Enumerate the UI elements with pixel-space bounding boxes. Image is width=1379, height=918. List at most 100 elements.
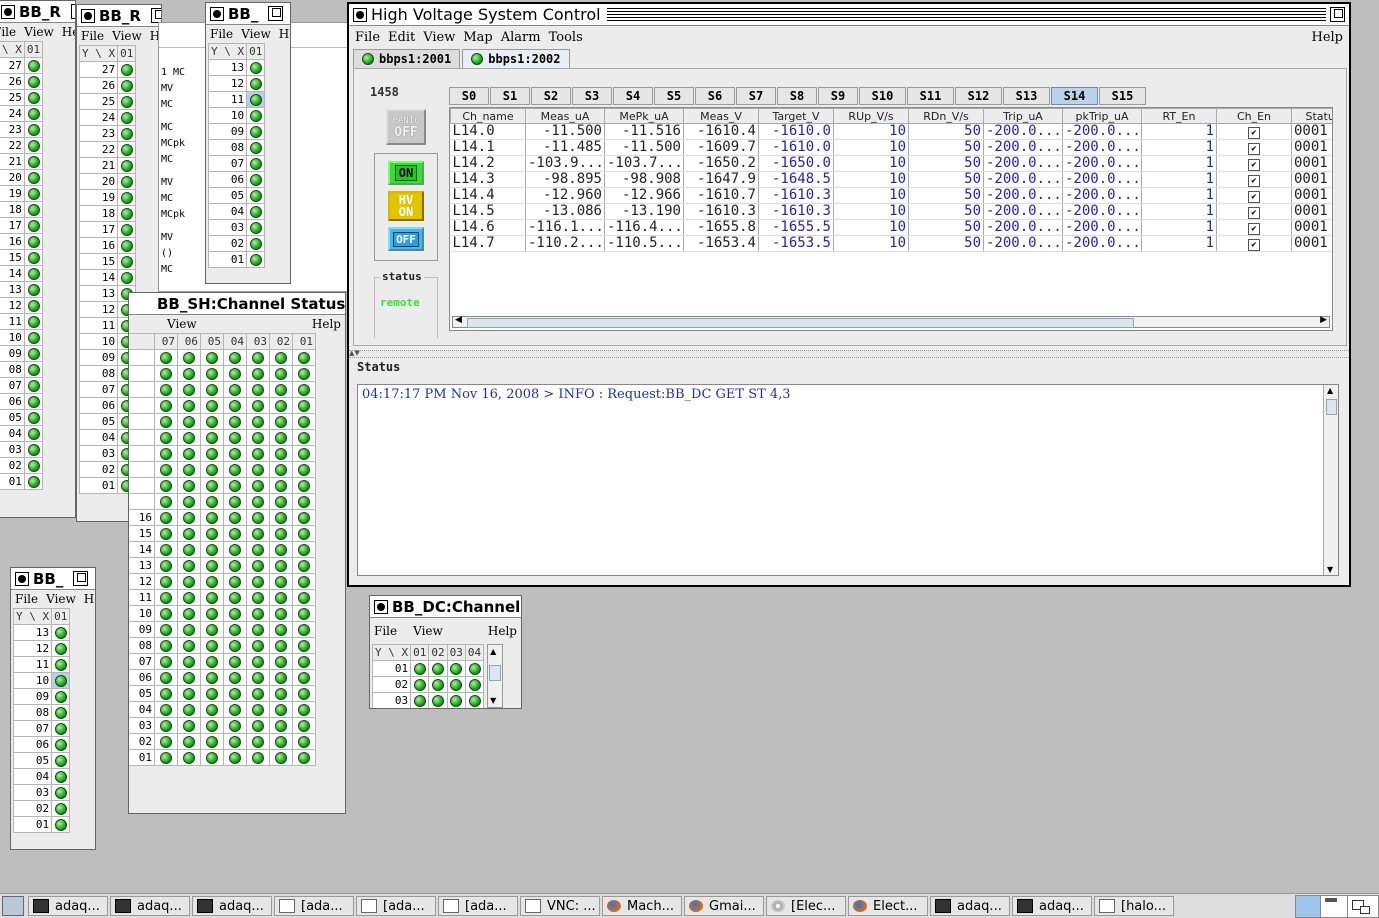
table-row[interactable]: L14.0 -11.500 -11.516 -1610.4 -1610.0 10 50 -20… xyxy=(450,123,1332,140)
tab-slot-s5[interactable]: S5 xyxy=(654,87,694,105)
scrollbar-thumb[interactable] xyxy=(1326,399,1337,415)
channel-cell[interactable] xyxy=(23,105,44,122)
channel-cell[interactable] xyxy=(200,557,224,574)
channel-cell[interactable] xyxy=(246,59,266,76)
channel-cell[interactable] xyxy=(246,589,270,606)
table-cell[interactable]: 1 xyxy=(1141,139,1217,156)
table-cell[interactable]: -200.0... xyxy=(1062,155,1142,172)
channel-cell[interactable] xyxy=(200,733,224,750)
menu-file[interactable]: File xyxy=(206,27,237,41)
maximize-icon[interactable] xyxy=(73,571,89,586)
channel-cell[interactable] xyxy=(23,153,44,170)
channel-cell[interactable] xyxy=(223,573,247,590)
channel-cell[interactable] xyxy=(200,429,224,446)
menu-file[interactable]: File xyxy=(11,592,42,606)
table-cell[interactable]: 1 xyxy=(1141,123,1217,140)
channel-cell[interactable] xyxy=(292,397,316,414)
ch-en-cell[interactable]: ✔ xyxy=(1216,139,1292,156)
menu-help[interactable]: Help xyxy=(80,592,95,606)
table-cell[interactable]: -200.0... xyxy=(1062,139,1142,156)
channel-cell[interactable] xyxy=(246,155,266,172)
channel-cell[interactable] xyxy=(446,692,466,708)
channel-cell[interactable] xyxy=(200,461,224,478)
channel-cell[interactable] xyxy=(200,509,224,526)
channel-cell[interactable] xyxy=(292,653,316,670)
tab-slot-s15[interactable]: S15 xyxy=(1099,87,1146,105)
channel-cell[interactable] xyxy=(23,281,44,298)
channel-cell[interactable] xyxy=(246,91,266,108)
channel-cell[interactable] xyxy=(51,816,71,833)
start-icon[interactable] xyxy=(2,896,24,916)
menu-map[interactable]: Map xyxy=(459,30,496,45)
menu-help[interactable]: Help xyxy=(275,27,290,41)
channel-cell[interactable] xyxy=(23,73,44,90)
table-cell[interactable]: -200.0... xyxy=(983,187,1063,204)
channel-cell[interactable] xyxy=(51,768,71,785)
channel-cell[interactable] xyxy=(51,720,71,737)
table-cell[interactable]: -200.0... xyxy=(1062,187,1142,204)
table-cell[interactable]: -1610.3 xyxy=(758,187,834,204)
channel-cell[interactable] xyxy=(177,493,201,510)
channel-cell[interactable] xyxy=(246,397,270,414)
tab-slot-s6[interactable]: S6 xyxy=(695,87,735,105)
channel-cell[interactable] xyxy=(269,365,293,382)
channel-cell[interactable] xyxy=(200,701,224,718)
ch-en-cell[interactable]: ✔ xyxy=(1216,171,1292,188)
channel-cell[interactable] xyxy=(23,121,44,138)
menu-help[interactable]: Help xyxy=(484,624,521,638)
channel-cell[interactable] xyxy=(223,605,247,622)
channel-cell[interactable] xyxy=(428,692,448,708)
channel-cell[interactable] xyxy=(246,187,266,204)
taskbar-item[interactable]: adaq... xyxy=(110,896,190,916)
menu-view[interactable]: View xyxy=(42,592,80,606)
channel-cell[interactable] xyxy=(23,201,44,218)
channel-cell[interactable] xyxy=(292,493,316,510)
column-header[interactable]: Ch_En xyxy=(1216,108,1292,124)
channel-cell[interactable] xyxy=(23,473,44,490)
channel-cell[interactable] xyxy=(223,589,247,606)
channel-cell[interactable] xyxy=(269,701,293,718)
channel-cell[interactable] xyxy=(23,393,44,410)
channel-cell[interactable] xyxy=(246,717,270,734)
channel-cell[interactable] xyxy=(292,541,316,558)
channel-cell[interactable] xyxy=(292,429,316,446)
channel-cell[interactable] xyxy=(223,541,247,558)
tab-slot-s8[interactable]: S8 xyxy=(777,87,817,105)
table-cell[interactable]: -200.0... xyxy=(983,235,1063,252)
channel-cell[interactable] xyxy=(292,413,316,430)
channel-cell[interactable] xyxy=(154,669,178,686)
table-cell[interactable]: 1 xyxy=(1141,219,1217,236)
channel-cell[interactable] xyxy=(117,269,137,286)
table-cell[interactable]: 10 xyxy=(833,235,909,252)
titlebar[interactable]: BB_SH:Channel Status xyxy=(129,293,345,315)
tab-slot-s12[interactable]: S12 xyxy=(955,87,1002,105)
channel-cell[interactable] xyxy=(246,203,266,220)
column-header[interactable]: RT_En xyxy=(1141,108,1217,124)
channel-cell[interactable] xyxy=(177,717,201,734)
channel-cell[interactable] xyxy=(269,413,293,430)
table-cell[interactable]: 10 xyxy=(833,123,909,140)
menu-help[interactable]: Help xyxy=(58,25,75,39)
channel-cell[interactable] xyxy=(269,349,293,366)
channel-cell[interactable] xyxy=(177,653,201,670)
channel-cell[interactable] xyxy=(177,605,201,622)
table-cell[interactable]: -200.0... xyxy=(1062,203,1142,220)
table-cell[interactable]: 1 xyxy=(1141,187,1217,204)
table-cell[interactable]: 50 xyxy=(908,155,984,172)
splitter[interactable]: ▲▼ xyxy=(349,350,1349,358)
channel-cell[interactable] xyxy=(269,653,293,670)
channel-cell[interactable] xyxy=(410,692,430,708)
table-cell[interactable]: -200.0... xyxy=(983,203,1063,220)
channel-cell[interactable] xyxy=(292,557,316,574)
channel-cell[interactable] xyxy=(117,61,137,78)
channel-cell[interactable] xyxy=(154,605,178,622)
checkbox[interactable]: ✔ xyxy=(1248,223,1260,235)
titlebar[interactable]: High Voltage System Control xyxy=(349,4,1349,26)
channel-cell[interactable] xyxy=(177,349,201,366)
menu-file[interactable]: File xyxy=(370,624,401,638)
channel-cell[interactable] xyxy=(223,461,247,478)
channel-cell[interactable] xyxy=(292,685,316,702)
titlebar[interactable]: BB_ xyxy=(206,3,290,25)
channel-cell[interactable] xyxy=(246,493,270,510)
channel-cell[interactable] xyxy=(464,676,485,693)
